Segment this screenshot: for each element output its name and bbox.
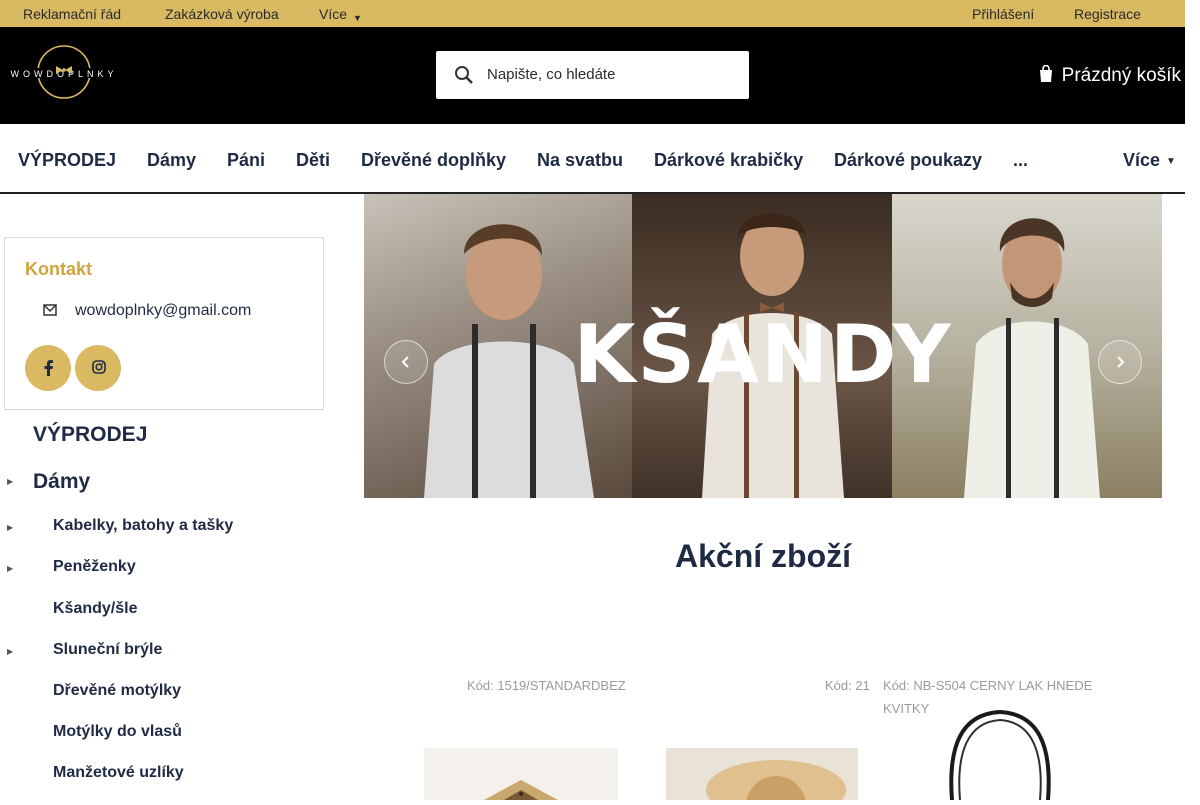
login-link[interactable]: Přihlášení	[972, 6, 1034, 22]
search-input[interactable]: Napište, co hledáte	[487, 66, 615, 83]
menu-item-na-svatbu[interactable]: Na svatbu	[537, 150, 623, 171]
menu-item-ellipsis[interactable]: ...	[1013, 150, 1028, 171]
expand-icon[interactable]: ▶	[7, 647, 13, 656]
menu-item-damy[interactable]: Dámy	[147, 150, 196, 171]
contact-title: Kontakt	[25, 259, 92, 279]
register-link[interactable]: Registrace	[1074, 6, 1141, 22]
banner-next-button[interactable]	[1098, 340, 1142, 384]
banner-title: KŠANDY	[573, 308, 953, 401]
product-code: Kód: 21	[825, 678, 870, 693]
product-image[interactable]	[666, 748, 858, 805]
expand-icon[interactable]: ▶	[7, 477, 13, 486]
section-title: Akční zboží	[674, 538, 851, 574]
category-ksandy[interactable]: Kšandy/šle	[53, 600, 137, 618]
menu-item-vyprodej[interactable]: VÝPRODEJ	[18, 150, 116, 171]
search-icon[interactable]	[454, 65, 474, 85]
chevron-right-icon	[1113, 355, 1127, 369]
hero-banner[interactable]: KŠANDY	[364, 194, 1162, 498]
instagram-button[interactable]	[75, 345, 121, 391]
cart-button[interactable]: Prázdný košík	[1038, 63, 1181, 87]
banner-prev-button[interactable]	[384, 340, 428, 384]
menu-item-darkove-poukazy[interactable]: Dárkové poukazy	[834, 150, 982, 171]
category-motylky-do-vlasu[interactable]: Motýlky do vlasů	[53, 723, 182, 741]
menu-item-more-label: Více	[1123, 150, 1161, 170]
category-slunecni-bryle[interactable]: Sluneční brýle	[53, 641, 162, 659]
facebook-button[interactable]	[25, 345, 71, 391]
chevron-left-icon	[399, 355, 413, 369]
contact-email[interactable]: wowdoplnky@gmail.com	[75, 302, 251, 320]
product-code: Kód: NB-S504 CERNY LAK HNEDE	[883, 678, 1093, 693]
site-header: WOWDOPLNKY Napište, co hledáte Prázdný k…	[0, 27, 1185, 124]
category-damy[interactable]: Dámy	[33, 470, 90, 494]
mail-icon	[43, 302, 57, 318]
cart-icon	[1038, 64, 1054, 89]
product-code: Kód: 1519/STANDARDBEZ	[467, 678, 626, 693]
top-link-complaints[interactable]: Reklamační řád	[23, 6, 121, 22]
main-menu: VÝPRODEJ Dámy Páni Děti Dřevěné doplňky …	[0, 124, 1185, 194]
facebook-icon	[42, 360, 54, 376]
category-manzetove-uzliky[interactable]: Manžetové uzlíky	[53, 764, 184, 782]
search-box[interactable]: Napište, co hledáte	[436, 51, 749, 99]
expand-icon[interactable]: ▶	[7, 523, 13, 532]
product-image[interactable]	[930, 708, 1070, 801]
contact-box: Kontakt wowdoplnky@gmail.com	[4, 237, 324, 410]
top-bar: Reklamační řád Zakázková výroba Více ▼ Př…	[0, 0, 1185, 27]
logo[interactable]: WOWDOPLNKY	[0, 41, 128, 105]
category-penezenky[interactable]: Peněženky	[53, 558, 136, 576]
menu-item-deti[interactable]: Děti	[296, 150, 330, 171]
expand-icon[interactable]: ▶	[7, 564, 13, 573]
cart-label: Prázdný košík	[1061, 65, 1181, 86]
category-drevene-motylky[interactable]: Dřevěné motýlky	[53, 682, 181, 700]
menu-item-more[interactable]: Více ▼	[1123, 150, 1176, 171]
menu-item-pani[interactable]: Páni	[227, 150, 265, 171]
menu-item-drevene-doplnky[interactable]: Dřevěné doplňky	[361, 150, 506, 171]
top-link-more[interactable]: Více ▼	[319, 6, 362, 23]
category-kabelky[interactable]: Kabelky, batohy a tašky	[53, 517, 233, 535]
instagram-icon	[92, 360, 106, 376]
chevron-down-icon: ▼	[1166, 156, 1176, 167]
top-link-custom-production[interactable]: Zakázková výroba	[165, 6, 279, 22]
top-link-more-label: Více	[319, 6, 348, 22]
chevron-down-icon: ▼	[353, 13, 362, 23]
category-vyprodej[interactable]: VÝPRODEJ	[33, 423, 147, 447]
product-code-continued: KVITKY	[883, 701, 930, 716]
menu-item-darkove-krabicky[interactable]: Dárkové krabičky	[654, 150, 803, 171]
product-image[interactable]	[424, 748, 618, 800]
